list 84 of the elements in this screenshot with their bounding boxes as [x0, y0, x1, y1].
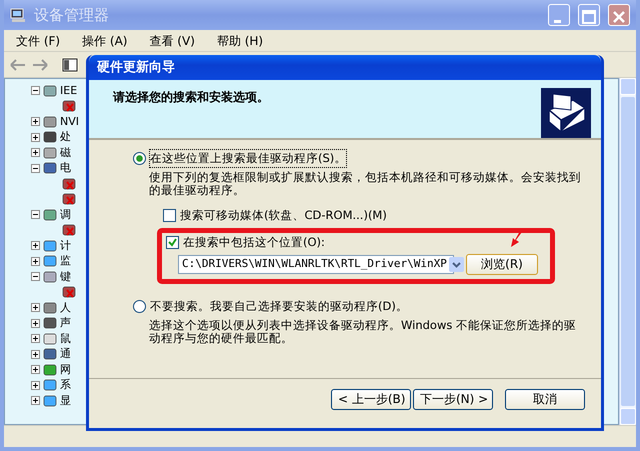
expand-icon[interactable]: [31, 132, 40, 142]
scrollbar[interactable]: [619, 78, 636, 425]
checkbox-label[interactable]: 搜索可移动媒体(软盘、CD-ROM...)(M): [180, 207, 387, 224]
collapse-icon[interactable]: [31, 210, 40, 220]
warning-device-icon: [61, 285, 77, 300]
checkmark-icon: [168, 238, 177, 247]
device-icon: [42, 146, 58, 160]
tree-item-label[interactable]: 显: [60, 392, 71, 409]
radio-label[interactable]: 不要搜索。我要自己选择要安装的驱动程序(D)。: [150, 298, 408, 315]
collapse-icon[interactable]: [31, 86, 40, 96]
checkbox-label[interactable]: 在搜索中包括这个位置(O):: [183, 234, 325, 251]
dialog-title: 硬件更新向导: [89, 55, 601, 80]
path-value: C:\DRIVERS\WIN\WLANRLTK\RTL_Driver\WinXP: [182, 256, 447, 272]
radio-button[interactable]: [133, 300, 146, 313]
collapse-icon[interactable]: [31, 272, 40, 282]
browse-button[interactable]: 浏览(R): [466, 254, 538, 275]
menu-item[interactable]: 帮助 (H): [212, 30, 268, 52]
menu-item[interactable]: 查看 (V): [145, 30, 199, 52]
radio-button[interactable]: [133, 152, 146, 166]
expand-icon[interactable]: [31, 117, 40, 126]
tree-item-label[interactable]: 电: [60, 160, 71, 176]
warning-device-icon: [61, 192, 77, 206]
tree-item-label[interactable]: 处: [60, 129, 71, 146]
expand-icon[interactable]: [31, 256, 40, 266]
expand-icon[interactable]: [31, 350, 40, 359]
device-icon: [42, 161, 58, 176]
radio-label[interactable]: 在这些位置上搜索最佳驱动程序(S)。: [150, 150, 346, 168]
dropdown-icon[interactable]: [448, 256, 464, 272]
hardware-box-icon: [541, 88, 591, 138]
expand-icon[interactable]: [31, 380, 40, 390]
warning-device-icon: [61, 99, 77, 114]
device-icon: [42, 238, 58, 253]
expand-icon[interactable]: [31, 241, 40, 250]
device-icon: [42, 130, 58, 144]
menu-item[interactable]: 文件 (F): [12, 30, 64, 52]
window-title: 设备管理器: [34, 4, 110, 26]
device-icon: [42, 254, 58, 268]
warning-device-icon: [61, 176, 77, 191]
expand-icon[interactable]: [31, 396, 40, 406]
menu-item[interactable]: 操作 (A): [78, 30, 132, 52]
checkbox[interactable]: [166, 236, 179, 249]
device-icon: [42, 270, 58, 284]
tree-item-label[interactable]: NVI: [60, 114, 79, 130]
tree-item-label[interactable]: 人: [60, 300, 71, 316]
next-button[interactable]: 下一步(N) >: [413, 389, 493, 410]
expand-icon[interactable]: [31, 334, 40, 344]
checkbox[interactable]: [163, 209, 176, 222]
device-icon: [42, 114, 58, 129]
dialog-heading: 请选择您的搜索和安装选项。: [113, 89, 269, 106]
expand-icon[interactable]: [31, 303, 40, 312]
expand-icon[interactable]: [31, 148, 40, 158]
device-icon: [42, 84, 58, 98]
panel-icon[interactable]: [62, 58, 78, 72]
option-description: 选择这个选项以便从列表中选择设备驱动程序。Windows 不能保证您所选择的驱动程序与您的硬件最匹配。: [149, 319, 577, 345]
option-description: 使用下列的复选框限制或扩展默认搜索，包括本机路径和可移动媒体。会安装找到的最佳驱动程序。: [149, 171, 581, 198]
tree-item-label[interactable]: 通: [60, 346, 71, 362]
device-icon: [42, 362, 58, 377]
device-icon: [42, 300, 58, 315]
back-button[interactable]: < 上一步(B): [331, 389, 411, 410]
warning-device-icon: [61, 223, 77, 238]
tree-item-label[interactable]: 声: [60, 315, 71, 332]
expand-icon[interactable]: [31, 318, 40, 328]
device-icon: [42, 347, 58, 362]
device-icon: [42, 332, 58, 346]
minimize-icon: [554, 20, 561, 22]
tree-item-label[interactable]: 调: [60, 206, 71, 223]
tree-item-label[interactable]: IEE: [60, 82, 78, 99]
tree-item-label[interactable]: 鼠: [60, 330, 71, 347]
computer-icon: [10, 7, 26, 23]
tree-item-label[interactable]: 键: [60, 268, 71, 285]
close-button[interactable]: [608, 4, 630, 26]
tree-item-label[interactable]: 监: [60, 253, 71, 270]
cancel-button[interactable]: 取消: [505, 389, 585, 410]
device-icon: [42, 208, 58, 222]
tree-item-label[interactable]: 网: [60, 362, 71, 378]
tree-item-label[interactable]: 磁: [60, 144, 71, 161]
tree-item-label[interactable]: 系: [60, 377, 71, 394]
arrow-icon: [510, 230, 524, 248]
device-icon: [42, 316, 58, 330]
collapse-icon[interactable]: [31, 164, 40, 173]
tree-item-label[interactable]: 计: [60, 238, 71, 254]
device-icon: [42, 394, 58, 408]
device-icon: [42, 378, 58, 392]
expand-icon[interactable]: [31, 365, 40, 374]
